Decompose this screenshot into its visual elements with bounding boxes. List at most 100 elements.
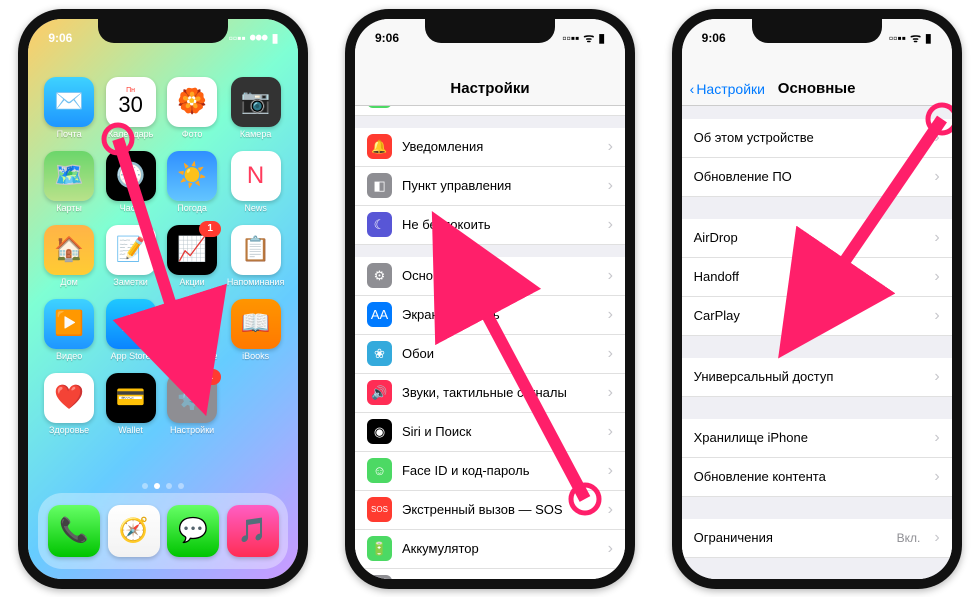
setting-icon: 🔋	[367, 536, 392, 561]
dock-app[interactable]: 🎵	[227, 505, 279, 557]
app-Напоминания[interactable]: 📋Напоминания	[227, 225, 284, 287]
chevron-left-icon: ‹	[690, 81, 695, 97]
chevron-right-icon: ›	[934, 307, 939, 325]
wifi-icon: ᯤ	[583, 29, 594, 46]
cell-label: Экран и яркость	[402, 307, 598, 322]
page-dots[interactable]	[28, 483, 298, 489]
app-label: News	[244, 203, 267, 213]
app-iBooks[interactable]: 📖iBooks	[227, 299, 284, 361]
dock-app[interactable]: 🧭	[108, 505, 160, 557]
app-Дом[interactable]: 🏠Дом	[42, 225, 96, 287]
app-Wallet[interactable]: 💳Wallet	[104, 373, 158, 435]
cell-label: Звуки, тактильные сигналы	[402, 385, 598, 400]
setting-icon: 🔔	[367, 134, 392, 159]
settings-screen: 9:06 ▫▫▪▪ ᯤ ▮ Настройки 📶ОператорMTS ROS…	[355, 19, 625, 579]
chevron-right-icon: ›	[934, 468, 939, 486]
app-label: Камера	[240, 129, 271, 139]
cell-Siri и Поиск[interactable]: ◉Siri и Поиск›	[355, 413, 625, 452]
cell-Обои[interactable]: ❀Обои›	[355, 335, 625, 374]
cell-Не беспокоить[interactable]: ☾Не беспокоить›	[355, 206, 625, 245]
cell-Об этом устройстве[interactable]: Об этом устройстве›	[682, 119, 952, 158]
cell-label: CarPlay	[694, 308, 925, 323]
battery-icon: ▮	[598, 31, 605, 45]
app-Камера[interactable]: 📷Камера	[227, 77, 284, 139]
setting-icon: AA	[367, 302, 392, 327]
phone-general: 9:06 ▫▫▪▪ ᯤ ▮ ‹ Настройки Основные Об эт…	[672, 9, 962, 589]
general-list[interactable]: Об этом устройстве›Обновление ПО›AirDrop…	[682, 97, 952, 579]
dock-app[interactable]: 💬	[167, 505, 219, 557]
chevron-right-icon: ›	[934, 229, 939, 247]
cell-Обновление ПО[interactable]: Обновление ПО›	[682, 158, 952, 197]
cell-label: Об этом устройстве	[694, 130, 925, 145]
home-grid: ✉️ПочтаПн30Календарь🏵️Фото📷Камера 🗺️Карты…	[28, 69, 298, 443]
app-icon: N	[231, 151, 281, 201]
cell-Хранилище iPhone[interactable]: Хранилище iPhone ›	[682, 419, 952, 458]
status-time: 9:06	[375, 31, 399, 45]
setting-icon: ☺	[367, 458, 392, 483]
notch	[425, 19, 555, 43]
chevron-right-icon: ›	[608, 267, 613, 285]
app-icon: ⚙️2	[167, 373, 217, 423]
cell-Уведомления[interactable]: 🔔Уведомления›	[355, 128, 625, 167]
cell-detail: Вкл.	[897, 531, 921, 545]
app-Здоровье[interactable]: ❤️Здоровье	[42, 373, 96, 435]
setting-icon: 🔊	[367, 380, 392, 405]
signal-icon: ▫▫▪▪	[889, 31, 906, 45]
cell-label: Handoff	[694, 269, 925, 284]
cell-Пункт управления[interactable]: ◧Пункт управления›	[355, 167, 625, 206]
cell-Face ID и код-пароль[interactable]: ☺Face ID и код-пароль›	[355, 452, 625, 491]
cell-CarPlay[interactable]: CarPlay ›	[682, 297, 952, 336]
cell-Конфиденциальность[interactable]: ✋Конфиденциальность›	[355, 569, 625, 579]
app-Карты[interactable]: 🗺️Карты	[42, 151, 96, 213]
app-icon: 📝	[106, 225, 156, 275]
cell-AirDrop[interactable]: AirDrop›	[682, 219, 952, 258]
cell-Обновление контента[interactable]: Обновление контента›	[682, 458, 952, 497]
app-label: Wallet	[118, 425, 143, 435]
app-Почта[interactable]: ✉️Почта	[42, 77, 96, 139]
cell-Ограничения[interactable]: ОграниченияВкл.›	[682, 519, 952, 558]
dot-active	[154, 483, 160, 489]
app-Фото[interactable]: 🏵️Фото	[165, 77, 219, 139]
app-label: Настройки	[170, 425, 214, 435]
app-App Store[interactable]: AApp Store	[104, 299, 158, 361]
app-icon: ☀️	[167, 151, 217, 201]
app-Настройки[interactable]: ⚙️2 Настройки	[165, 373, 219, 435]
setting-icon: ❀	[367, 341, 392, 366]
cell-label: Siri и Поиск	[402, 424, 598, 439]
phone-home: 9:06 ▫▫▪▪ ⦁⦁⦁ ▮ ✉️ПочтаПн30Календарь🏵️Фо…	[18, 9, 308, 589]
app-Часы[interactable]: 🕙Часы	[104, 151, 158, 213]
cell-Звуки, тактильные сигналы[interactable]: 🔊Звуки, тактильные сигналы›	[355, 374, 625, 413]
badge: 2	[199, 369, 221, 385]
cell-Handoff[interactable]: Handoff›	[682, 258, 952, 297]
settings-list[interactable]: 📶ОператорMTS ROS›🔔Уведомления›◧Пункт упр…	[355, 97, 625, 579]
navbar-title: Настройки	[450, 80, 529, 97]
app-label: Календарь	[108, 129, 153, 139]
app-icon: ❤️	[44, 373, 94, 423]
app-Погода[interactable]: ☀️Погода	[165, 151, 219, 213]
dock-app[interactable]: 📞	[48, 505, 100, 557]
chevron-right-icon: ›	[934, 168, 939, 186]
app-iTunes Store[interactable]: ★iTunes Store	[165, 299, 219, 361]
cell-Универсальный доступ[interactable]: Универсальный доступ›	[682, 358, 952, 397]
cell-label: Хранилище iPhone	[694, 430, 925, 445]
chevron-right-icon: ›	[934, 429, 939, 447]
app-label: Заметки	[113, 277, 147, 287]
app-Календарь[interactable]: Пн30Календарь	[104, 77, 158, 139]
cell-Экстренный вызов — SOS[interactable]: SOSЭкстренный вызов — SOS›	[355, 491, 625, 530]
status-right: ▫▫▪▪ ᯤ ▮	[889, 29, 932, 46]
cell-Аккумулятор[interactable]: 🔋Аккумулятор›	[355, 530, 625, 569]
cell-label: Аккумулятор	[402, 541, 598, 556]
app-Заметки[interactable]: 📝 Заметки	[104, 225, 158, 287]
app-label: Акции	[180, 277, 205, 287]
app-Акции[interactable]: 📈1Акции	[165, 225, 219, 287]
cell-Экран и яркость[interactable]: AAЭкран и яркость›	[355, 296, 625, 335]
app-News[interactable]: N News	[227, 151, 284, 213]
chevron-right-icon: ›	[608, 501, 613, 519]
battery-icon: ▮	[925, 31, 932, 45]
cell-Основные[interactable]: ⚙Основные›	[355, 257, 625, 296]
app-Видео[interactable]: ▶️Видео	[42, 299, 96, 361]
app-icon: 🏠	[44, 225, 94, 275]
dot	[142, 483, 148, 489]
back-button[interactable]: ‹ Настройки	[690, 81, 765, 97]
app-label: App Store	[111, 351, 151, 361]
